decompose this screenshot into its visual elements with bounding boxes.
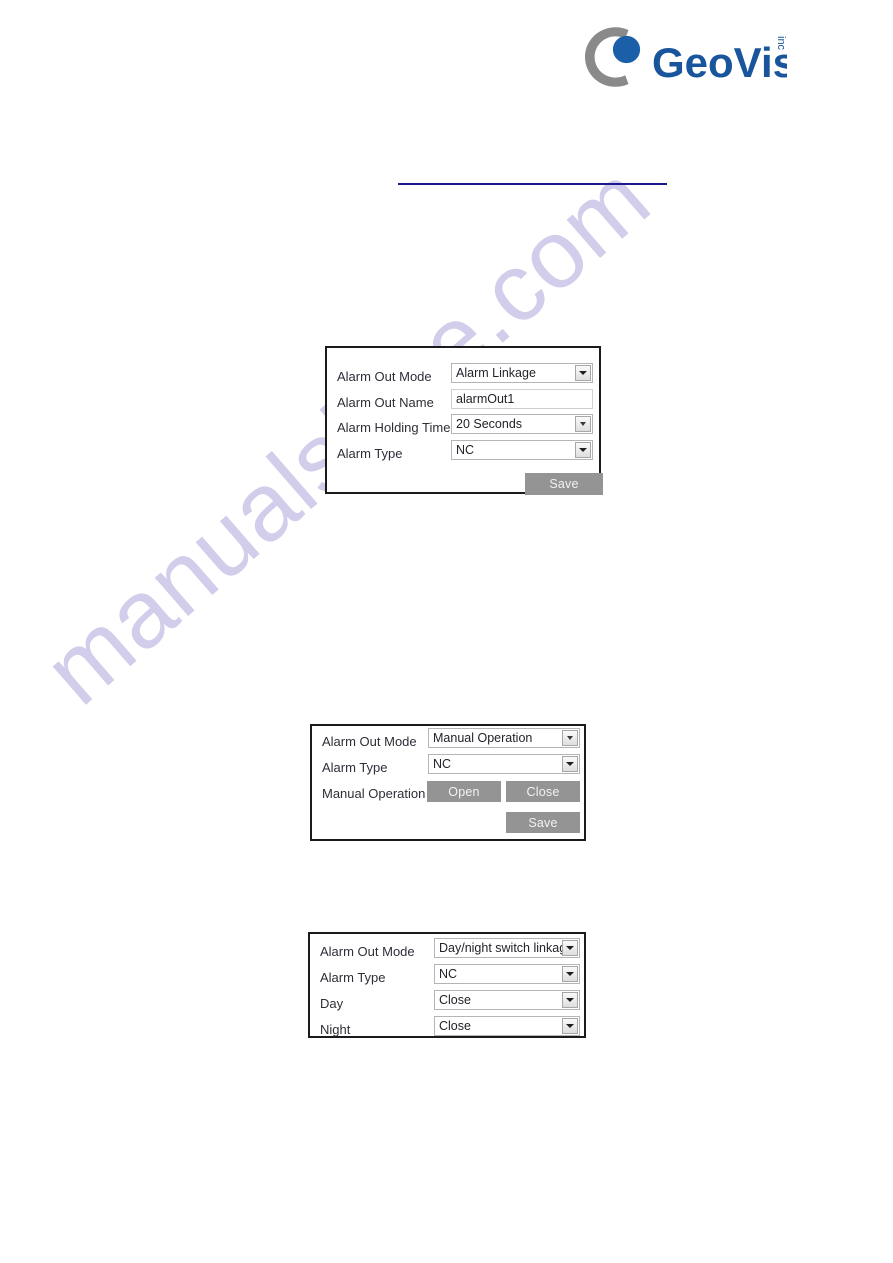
- field-row-alarm-type: Alarm Type: [337, 445, 403, 463]
- select-alarm-holding-time[interactable]: 20 Seconds: [451, 414, 593, 434]
- select-alarm-out-mode-value: Alarm Linkage: [456, 366, 536, 380]
- label-night: Night: [320, 1022, 351, 1037]
- chevron-down-icon[interactable]: [575, 416, 591, 432]
- field-row-manual-operation: Manual Operation: [322, 785, 425, 803]
- select-day[interactable]: Close: [434, 990, 580, 1010]
- open-button-label: Open: [448, 784, 480, 799]
- close-button[interactable]: Close: [506, 781, 580, 802]
- section-underline: [398, 183, 667, 185]
- select-day-value: Close: [439, 993, 471, 1007]
- input-alarm-out-name-value: alarmOut1: [456, 392, 515, 406]
- close-button-label: Close: [526, 784, 560, 799]
- label-alarm-out-mode: Alarm Out Mode: [322, 734, 417, 749]
- select-alarm-type-value: NC: [433, 757, 452, 771]
- select-alarm-type[interactable]: NC: [434, 964, 580, 984]
- label-alarm-out-mode: Alarm Out Mode: [320, 944, 415, 959]
- select-alarm-type-value: NC: [456, 443, 475, 457]
- alarm-linkage-panel: Alarm Out Mode Alarm Linkage Alarm Out N…: [325, 346, 603, 495]
- select-alarm-out-mode[interactable]: Manual Operation: [428, 728, 580, 748]
- select-alarm-out-mode[interactable]: Day/night switch linkage: [434, 938, 580, 958]
- label-alarm-out-name: Alarm Out Name: [337, 395, 434, 410]
- chevron-down-icon[interactable]: [562, 730, 578, 746]
- select-night-value: Close: [439, 1019, 471, 1033]
- label-alarm-type: Alarm Type: [320, 970, 386, 985]
- select-alarm-type[interactable]: NC: [451, 440, 593, 460]
- select-alarm-type-value: NC: [439, 967, 458, 981]
- save-button[interactable]: Save: [506, 812, 580, 833]
- field-row-alarm-out-name: Alarm Out Name: [337, 394, 434, 412]
- field-row-alarm-out-mode: Alarm Out Mode: [320, 943, 415, 961]
- field-row-alarm-type: Alarm Type: [320, 969, 386, 987]
- field-row-alarm-type: Alarm Type: [322, 759, 388, 777]
- logo-inc-text: inc: [775, 36, 787, 51]
- label-alarm-holding-time: Alarm Holding Time: [337, 420, 451, 435]
- select-night[interactable]: Close: [434, 1016, 580, 1036]
- select-alarm-type[interactable]: NC: [428, 754, 580, 774]
- input-alarm-out-name[interactable]: alarmOut1: [451, 389, 593, 409]
- save-button-label: Save: [528, 815, 558, 830]
- label-manual-operation: Manual Operation: [322, 786, 426, 801]
- label-day: Day: [320, 996, 344, 1011]
- chevron-down-icon[interactable]: [562, 756, 578, 772]
- select-alarm-out-mode-value: Manual Operation: [433, 731, 533, 745]
- chevron-down-icon[interactable]: [562, 966, 578, 982]
- select-alarm-out-mode-value: Day/night switch linkage: [439, 941, 574, 955]
- select-alarm-out-mode[interactable]: Alarm Linkage: [451, 363, 593, 383]
- geovision-logo: GeoVision inc: [582, 24, 787, 90]
- chevron-down-icon[interactable]: [562, 1018, 578, 1034]
- chevron-down-icon[interactable]: [562, 992, 578, 1008]
- chevron-down-icon[interactable]: [575, 442, 591, 458]
- chevron-down-icon[interactable]: [562, 940, 578, 956]
- save-button[interactable]: Save: [525, 473, 603, 495]
- label-alarm-type: Alarm Type: [337, 446, 403, 461]
- day-night-linkage-panel: Alarm Out Mode Day/night switch linkage …: [308, 932, 586, 1038]
- field-row-alarm-out-mode: Alarm Out Mode: [322, 733, 417, 751]
- label-alarm-type: Alarm Type: [322, 760, 388, 775]
- open-button[interactable]: Open: [427, 781, 501, 802]
- field-row-alarm-out-mode: Alarm Out Mode: [337, 368, 432, 386]
- label-alarm-out-mode: Alarm Out Mode: [337, 369, 432, 384]
- save-button-label: Save: [549, 477, 579, 491]
- field-row-alarm-holding-time: Alarm Holding Time: [337, 419, 450, 437]
- field-row-day: Day: [320, 995, 343, 1013]
- logo-wordmark: GeoVision: [652, 39, 787, 86]
- logo-dot: [612, 35, 641, 64]
- chevron-down-icon[interactable]: [575, 365, 591, 381]
- select-alarm-holding-time-value: 20 Seconds: [456, 417, 523, 431]
- field-row-night: Night: [320, 1021, 350, 1039]
- manual-operation-panel: Alarm Out Mode Manual Operation Alarm Ty…: [310, 724, 586, 841]
